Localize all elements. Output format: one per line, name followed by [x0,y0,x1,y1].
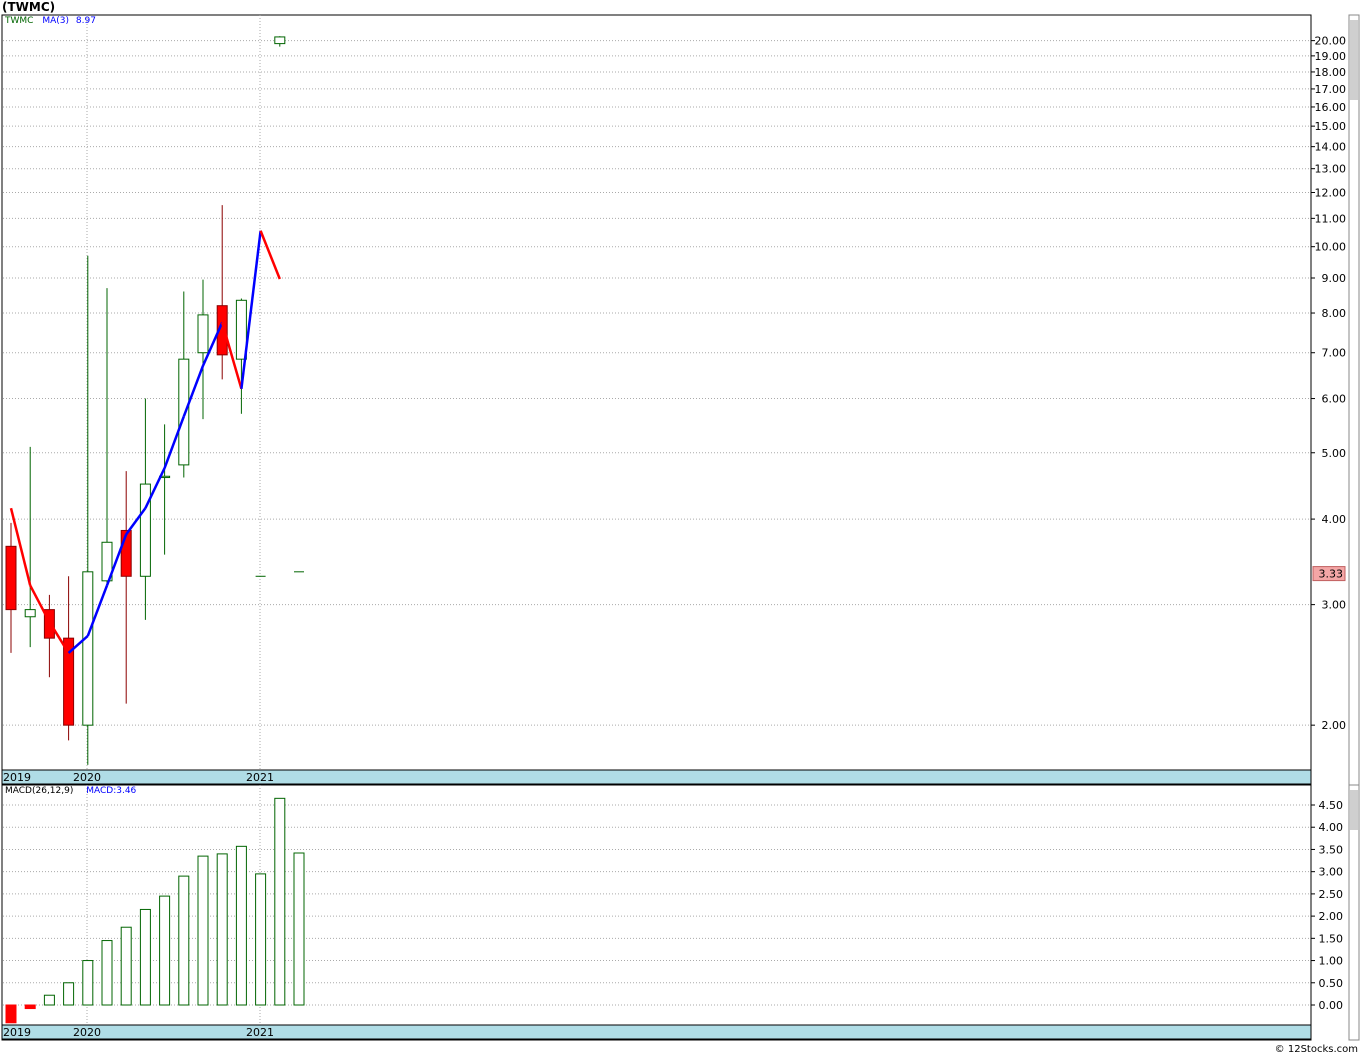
macd-tick-label: 4.00 [1319,821,1344,834]
price-tick-label: 9.00 [1322,272,1347,285]
macd-tick-label: 0.00 [1319,999,1344,1012]
candle-body [5,545,17,611]
macd-bar [178,875,190,1006]
macd-legend-value: MACD:3.46 [86,786,137,796]
macd-bar [139,908,151,1006]
candle-body [274,36,286,45]
price-tick-label: 13.00 [1315,163,1347,176]
macd-tick-label: 3.00 [1319,866,1344,879]
price-scrollbar[interactable] [1348,14,1360,786]
price-panel-frame [1,14,1312,786]
price-year-label: 2020 [73,771,101,784]
macd-year-label: 2019 [3,1026,31,1039]
macd-bar [293,852,305,1006]
price-year-label: 2019 [3,771,31,784]
candle-body [82,571,94,726]
last-price-label: 3.33 [1319,568,1344,581]
macd-tick-label: 1.50 [1319,932,1344,945]
macd-bar [216,853,228,1006]
macd-scroll-thumb[interactable] [1350,790,1358,830]
price-tick-label: 10.00 [1315,241,1347,254]
price-tick-label: 17.00 [1315,83,1347,96]
macd-bar [24,1004,36,1010]
macd-year-label: 2021 [246,1026,274,1039]
macd-tick-label: 4.50 [1319,799,1344,812]
price-scroll-thumb[interactable] [1350,20,1358,100]
macd-tick-label: 2.00 [1319,910,1344,923]
price-legend-symbol: TWMC [5,16,34,26]
macd-bar [197,855,209,1006]
macd-bar [82,960,94,1006]
candle-body [139,483,151,577]
candle-body [24,609,36,618]
macd-bar [43,994,55,1006]
price-legend-ma-value: 8.97 [75,16,96,26]
macd-bar [255,873,267,1006]
price-tick-label: 12.00 [1315,186,1347,199]
price-tick-label: 6.00 [1322,393,1347,406]
price-date-band [1,769,1312,785]
macd-year-label: 2020 [73,1026,101,1039]
price-legend-ma: MA(3) [42,16,69,26]
macd-bar [63,982,75,1006]
price-tick-label: 14.00 [1315,141,1347,154]
candle-body [197,314,209,354]
macd-legend-label: MACD(26,12,9) [5,786,74,796]
macd-bar [235,845,247,1006]
price-tick-label: 19.00 [1315,50,1347,63]
price-tick-label: 11.00 [1315,212,1347,225]
price-tick-label: 3.00 [1322,599,1347,612]
price-tick-label: 20.00 [1315,35,1347,48]
price-year-label: 2021 [246,771,274,784]
macd-date-band [1,1024,1312,1040]
macd-bar [5,1004,17,1024]
macd-bar [159,895,171,1006]
macd-tick-label: 1.00 [1319,955,1344,968]
footer-credit: © 12Stocks.com [1274,1044,1358,1055]
price-tick-label: 2.00 [1322,719,1347,732]
price-tick-label: 15.00 [1315,120,1347,133]
price-tick-label: 8.00 [1322,307,1347,320]
price-tick-label: 18.00 [1315,66,1347,79]
macd-tick-label: 2.50 [1319,888,1344,901]
stock-chart: 2.00 3.00 4.00 5.00 6.00 7.00 8.00 9.00 10.00 11.… [1,14,1360,1041]
macd-tick-label: 0.50 [1319,977,1344,990]
price-legend: TWMC MA(3) 8.97 [5,16,96,26]
macd-legend: MACD(26,12,9) MACD:3.46 [5,786,136,796]
candle-body [178,358,190,466]
price-tick-label: 4.00 [1322,513,1347,526]
macd-bar [274,797,286,1006]
macd-tick-label: 3.50 [1319,843,1344,856]
price-tick-label: 7.00 [1322,347,1347,360]
macd-bar [101,940,113,1006]
price-tick-label: 5.00 [1322,447,1347,460]
macd-bar [120,926,132,1006]
ma-line-segment [259,230,281,280]
price-tick-label: 16.00 [1315,101,1347,114]
